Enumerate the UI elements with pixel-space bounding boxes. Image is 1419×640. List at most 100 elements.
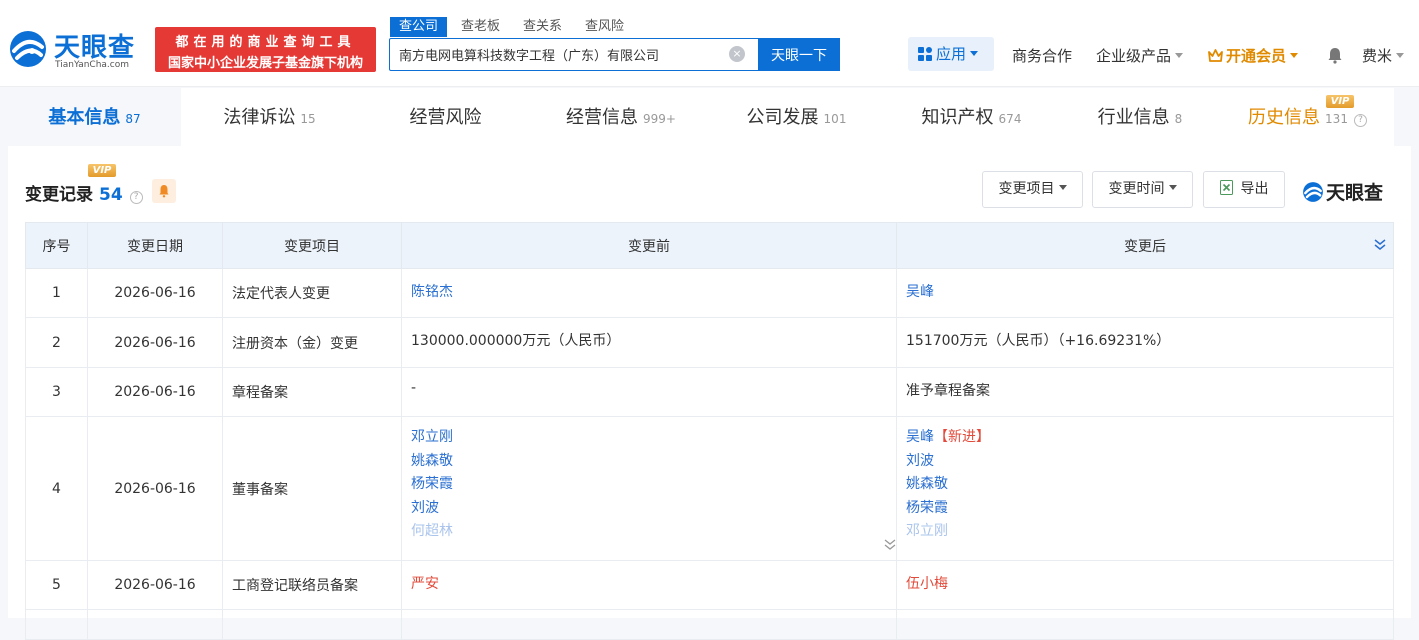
search-input[interactable] (390, 39, 730, 70)
tab-business-info[interactable]: 经营信息 999+ (533, 88, 709, 146)
person-link[interactable]: 陈铭杰 (411, 284, 453, 300)
tab-count: 674 (998, 112, 1022, 126)
tab-label: 法律诉讼 (223, 107, 296, 128)
col-header-after-label: 变更后 (1124, 238, 1166, 255)
cell-item (222, 609, 402, 640)
table-row: 3 2026-06-16 章程备案 - 准予章程备案 (25, 367, 1394, 417)
clear-icon[interactable]: × (729, 46, 745, 62)
chevron-down-icon (970, 51, 979, 56)
cell-no: 3 (25, 367, 88, 417)
search-tab-relation[interactable]: 查关系 (523, 17, 562, 37)
nav-enterprise-products[interactable]: 企业级产品 (1096, 45, 1184, 66)
person-link[interactable]: 姚森敬 (906, 473, 1393, 497)
tab-label: 历史信息 (1248, 107, 1321, 128)
filter-label: 变更项目 (998, 181, 1055, 197)
tab-business-risk[interactable]: 经营风险 (358, 88, 533, 146)
tab-history-info[interactable]: 历史信息 131? (1221, 88, 1394, 146)
search-button[interactable]: 天眼一下 (758, 38, 840, 71)
tab-count: 8 (1174, 112, 1183, 126)
help-icon[interactable]: ? (129, 191, 143, 204)
filter-change-time-dropdown[interactable]: 变更时间 (1092, 171, 1193, 208)
search-tab-risk[interactable]: 查风险 (585, 17, 624, 37)
person-link-faded[interactable]: 何超林 (411, 520, 896, 544)
tab-intellectual-property[interactable]: 知识产权 674 (884, 88, 1059, 146)
search-box: × 天眼一下 (389, 38, 840, 71)
col-header-no: 序号 (25, 222, 88, 269)
col-header-item: 变更项目 (222, 222, 402, 269)
person-link-faded[interactable]: 邓立刚 (906, 520, 1393, 544)
person-link[interactable]: 姚森敬 (411, 450, 896, 474)
table-row: 4 2026-06-16 董事备案 邓立刚 姚森敬 杨荣霞 刘波 何超林 吴峰【… (25, 416, 1394, 561)
export-button[interactable]: 导出 (1203, 171, 1285, 208)
nav-business-cooperation[interactable]: 商务合作 (1012, 45, 1072, 66)
tab-label: 行业信息 (1097, 107, 1170, 128)
cell-after: 151700万元（人民币）（+16.69231%） (896, 317, 1394, 368)
tab-basic-info[interactable]: 基本信息 87 (8, 88, 181, 146)
collapse-all-icon[interactable] (1373, 237, 1387, 251)
nav-open-vip[interactable]: 开通会员 (1208, 45, 1299, 66)
nav-user[interactable]: 费米 (1362, 45, 1405, 66)
cell-after: 吴峰 (896, 268, 1394, 318)
tab-label: 经营风险 (409, 107, 482, 128)
cell-before: 130000.000000万元（人民币） (401, 317, 897, 368)
slogan-line-2: 国家中小企业发展子基金旗下机构 (167, 56, 363, 71)
vip-badge: VIP (1326, 95, 1354, 108)
slogan-banner: 都在用的商业查询工具 国家中小企业发展子基金旗下机构 (155, 27, 376, 72)
filter-change-item-dropdown[interactable]: 变更项目 (982, 171, 1083, 208)
tab-count: 131 (1325, 112, 1348, 126)
cell-item: 工商登记联络员备案 (222, 560, 402, 610)
tab-company-development[interactable]: 公司发展 101 (709, 88, 884, 146)
monitor-bell-button[interactable] (152, 179, 176, 203)
help-icon[interactable]: ? (1353, 114, 1367, 127)
section-title-text: 变更记录 (25, 185, 93, 205)
apps-menu-button[interactable]: 应用 (908, 37, 994, 71)
chevron-down-icon (1290, 53, 1299, 58)
tab-label: 经营信息 (566, 107, 639, 128)
person-link[interactable]: 吴峰 (906, 429, 934, 445)
logo-text-en: TianYanCha.com (55, 60, 130, 70)
col-header-date: 变更日期 (87, 222, 223, 269)
new-entry-tag: 【新进】 (934, 429, 990, 445)
person-link[interactable]: 刘波 (906, 450, 1393, 474)
tab-legal[interactable]: 法律诉讼 15 (181, 88, 358, 146)
person-link[interactable]: 邓立刚 (411, 426, 896, 450)
tab-industry-info[interactable]: 行业信息 8 (1059, 88, 1221, 146)
export-label: 导出 (1240, 181, 1269, 197)
search-tab-boss[interactable]: 查老板 (461, 17, 500, 37)
person-link[interactable]: 吴峰 (906, 284, 934, 300)
cell-no: 5 (25, 560, 88, 610)
user-name: 费米 (1362, 47, 1393, 65)
logo-eye-icon (10, 31, 46, 67)
chevron-down-icon (1058, 185, 1067, 190)
section-count: 54 (99, 185, 123, 205)
table-row: 2 2026-06-16 注册资本（金）变更 130000.000000万元（人… (25, 317, 1394, 368)
person-new-entry: 吴峰【新进】 (906, 426, 1393, 450)
cell-before (401, 609, 897, 640)
cell-item: 法定代表人变更 (222, 268, 402, 318)
cell-item: 注册资本（金）变更 (222, 317, 402, 368)
cell-before: 严安 (401, 560, 897, 610)
apps-label: 应用 (936, 45, 967, 63)
tianyancha-watermark-logo: 天眼查 (1302, 178, 1384, 204)
person-link[interactable]: 伍小梅 (906, 576, 948, 592)
top-header: 天眼查 TianYanCha.com 都在用的商业查询工具 国家中小企业发展子基… (0, 0, 1419, 87)
brand-text: 天眼查 (1326, 182, 1384, 204)
person-link[interactable]: 刘波 (411, 497, 896, 521)
bell-icon[interactable] (1326, 46, 1344, 64)
person-link[interactable]: 严安 (411, 576, 439, 592)
cell-after: 伍小梅 (896, 560, 1394, 610)
vip-badge: VIP (88, 164, 116, 177)
cell-date: 2026-06-16 (87, 367, 223, 417)
nav-enterprise-label: 企业级产品 (1096, 47, 1172, 65)
cell-date: 2026-06-16 (87, 560, 223, 610)
tianyancha-logo[interactable]: 天眼查 TianYanCha.com (8, 27, 148, 75)
person-link[interactable]: 杨荣霞 (906, 497, 1393, 521)
cell-before: 陈铭杰 (401, 268, 897, 318)
table-row (25, 609, 1394, 640)
expand-row-icon[interactable] (883, 537, 897, 551)
section-tabs: 基本信息 87 法律诉讼 15 经营风险 经营信息 999+ 公司发展 101 知识产权… (8, 88, 1394, 146)
chevron-down-icon (1168, 185, 1177, 190)
cell-after: 吴峰【新进】 刘波 姚森敬 杨荣霞 邓立刚 (884, 416, 1394, 561)
search-tab-company[interactable]: 查公司 (390, 17, 448, 37)
person-link[interactable]: 杨荣霞 (411, 473, 896, 497)
